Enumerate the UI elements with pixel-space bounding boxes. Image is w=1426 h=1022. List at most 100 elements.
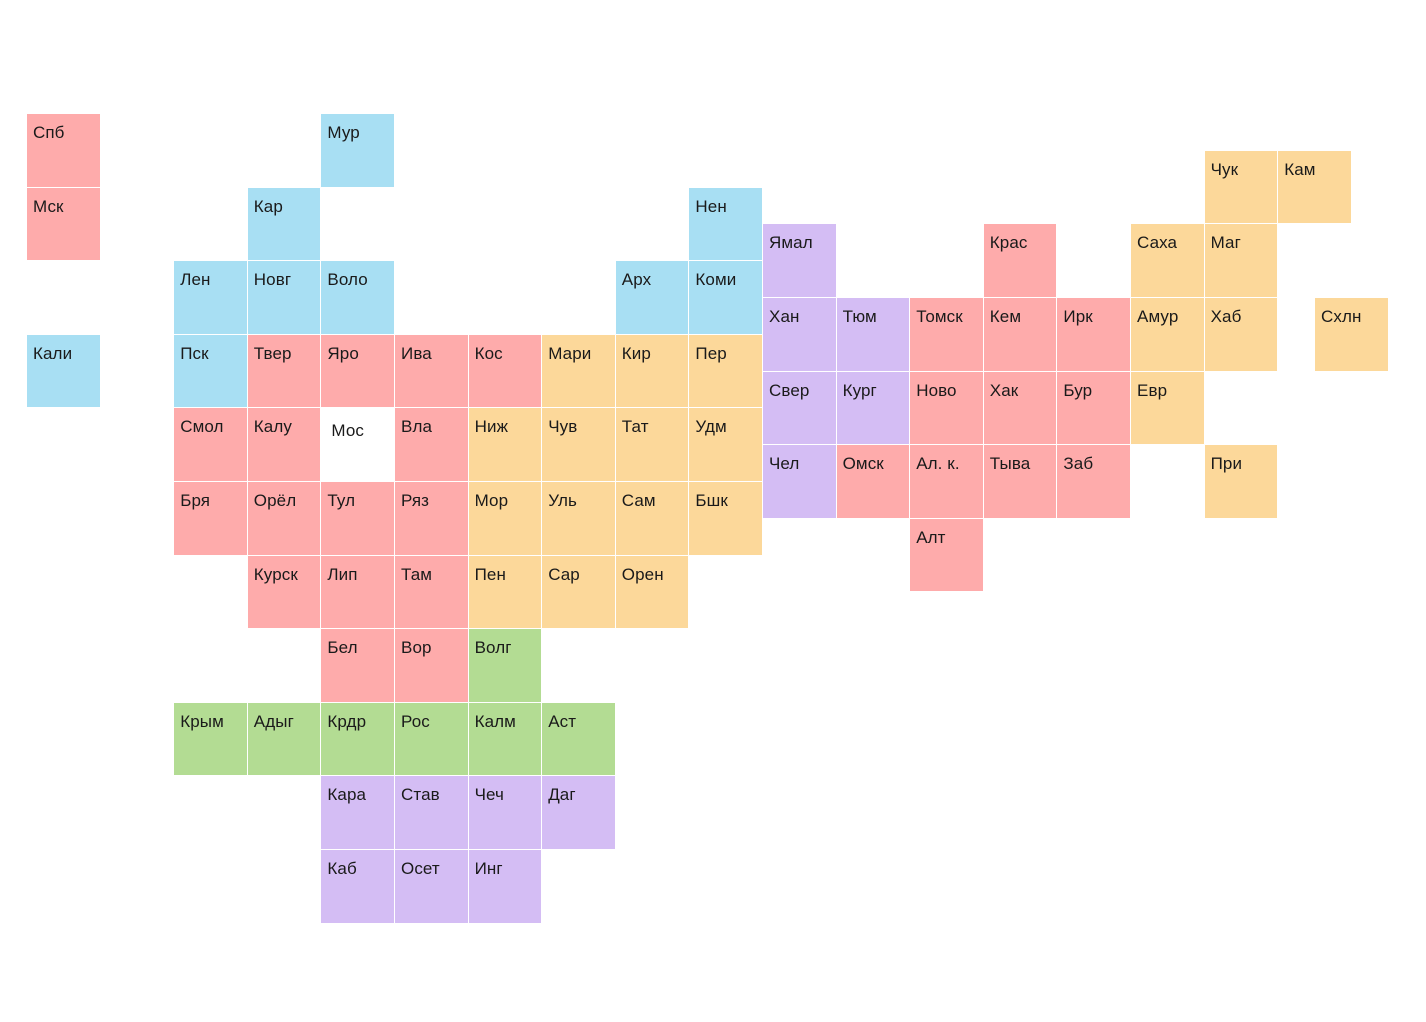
region-tile[interactable]: Курск <box>247 555 321 629</box>
region-label: Орен <box>621 564 664 584</box>
region-tile[interactable]: Крас <box>983 224 1057 297</box>
region-tile[interactable]: Чук <box>1204 150 1278 224</box>
region-tile[interactable]: Сам <box>615 482 689 555</box>
region-label: Ниж <box>474 417 509 437</box>
region-label: Ново <box>916 380 957 400</box>
region-tile[interactable]: Кург <box>836 371 910 445</box>
region-tile[interactable]: Алт <box>910 518 983 592</box>
region-tile[interactable]: Саха <box>1131 224 1204 297</box>
region-tile[interactable]: Ирк <box>1057 298 1130 371</box>
region-tile[interactable]: Удм <box>689 408 762 481</box>
region-tile[interactable]: Пер <box>689 334 762 408</box>
region-tile[interactable]: Свер <box>763 371 836 445</box>
region-tile[interactable]: Чеч <box>468 776 542 849</box>
region-tile[interactable]: Лен <box>174 261 247 334</box>
region-label: Алт <box>916 527 946 547</box>
region-tile[interactable]: Даг <box>542 776 615 849</box>
region-tile[interactable]: Коми <box>689 261 762 334</box>
region-tile[interactable]: Тул <box>321 482 394 555</box>
region-tile[interactable]: Лип <box>321 555 394 629</box>
region-tile[interactable]: Ново <box>910 371 983 445</box>
region-tile[interactable]: Амур <box>1131 298 1204 371</box>
region-label: Крдр <box>327 711 367 731</box>
region-tile[interactable]: Мск <box>27 187 100 261</box>
region-tile[interactable]: Аст <box>542 702 615 776</box>
region-tile[interactable]: Орёл <box>247 482 321 555</box>
region-tile[interactable]: Бшк <box>689 482 762 555</box>
region-tile[interactable]: Кали <box>27 334 100 408</box>
region-tile[interactable]: Ямал <box>763 224 836 297</box>
region-tile[interactable]: Ива <box>395 334 468 408</box>
region-tile[interactable]: Кам <box>1278 150 1351 224</box>
region-tile[interactable]: Мор <box>468 482 542 555</box>
region-tile[interactable]: Маг <box>1204 224 1278 297</box>
region-tile[interactable]: Хак <box>983 371 1057 445</box>
region-tile[interactable]: Калу <box>247 408 321 481</box>
region-tile[interactable]: Орен <box>615 555 689 629</box>
region-tile[interactable]: Каб <box>321 850 394 923</box>
region-tile[interactable]: Омск <box>836 445 910 518</box>
region-tile[interactable]: Новг <box>247 261 321 334</box>
region-tile[interactable]: Вла <box>395 408 468 481</box>
region-tile[interactable]: При <box>1204 445 1278 518</box>
region-tile[interactable]: Осет <box>395 850 468 923</box>
region-label: Калм <box>474 711 516 731</box>
region-tile[interactable]: Мари <box>542 334 615 408</box>
region-tile[interactable]: Заб <box>1057 445 1130 518</box>
region-tile[interactable]: Мур <box>321 114 394 187</box>
region-label: Лип <box>327 564 358 584</box>
region-tile[interactable]: Арх <box>615 261 689 334</box>
region-tile[interactable]: Яро <box>321 334 394 408</box>
region-tile[interactable]: Бур <box>1057 371 1130 445</box>
region-label: Томск <box>916 307 963 326</box>
region-tile[interactable]: Мос <box>321 408 394 481</box>
region-tile[interactable]: Кара <box>321 776 394 849</box>
region-tile[interactable]: Пен <box>468 555 542 629</box>
region-label: Ряз <box>401 491 430 510</box>
region-tile[interactable]: Смол <box>174 408 247 481</box>
region-label: Кара <box>327 785 367 805</box>
region-tile[interactable]: Крдр <box>321 702 394 776</box>
region-tile[interactable]: Сар <box>542 555 615 629</box>
region-tile[interactable]: Твер <box>247 334 321 408</box>
region-tile[interactable]: Вор <box>395 629 468 702</box>
region-tile[interactable]: Тат <box>615 408 689 481</box>
region-label: Пск <box>180 343 209 363</box>
region-label: Амур <box>1137 307 1179 326</box>
region-tile[interactable]: Став <box>395 776 468 849</box>
region-tile[interactable]: Ал. к. <box>910 445 983 518</box>
region-tile[interactable]: Ряз <box>395 482 468 555</box>
region-tile[interactable]: Томск <box>910 298 983 371</box>
region-tile[interactable]: Инг <box>468 850 542 923</box>
region-tile[interactable]: Тыва <box>983 445 1057 518</box>
region-tile[interactable]: Ниж <box>468 408 542 481</box>
region-tile[interactable]: Евр <box>1131 371 1204 445</box>
region-label: Пер <box>695 343 727 363</box>
region-tile[interactable]: Чел <box>763 445 836 518</box>
region-label: Кир <box>621 343 651 363</box>
region-tile[interactable]: Схлн <box>1315 298 1388 371</box>
region-tile[interactable]: Бел <box>321 629 394 702</box>
region-tile[interactable]: Нен <box>689 187 762 261</box>
region-tile[interactable]: Пск <box>174 334 247 408</box>
region-tile[interactable]: Хаб <box>1204 298 1278 371</box>
region-tile[interactable]: Спб <box>27 114 100 187</box>
region-tile[interactable]: Там <box>395 555 468 629</box>
region-tile[interactable]: Хан <box>763 298 836 371</box>
region-tile[interactable]: Калм <box>468 702 542 776</box>
region-tile[interactable]: Тюм <box>836 298 910 371</box>
region-tile[interactable]: Адыг <box>247 702 321 776</box>
region-tile[interactable]: Волг <box>468 629 542 702</box>
region-tile[interactable]: Кир <box>615 334 689 408</box>
region-tile[interactable]: Кар <box>247 187 321 261</box>
region-tile[interactable]: Кос <box>468 334 542 408</box>
region-label: Сар <box>548 564 580 584</box>
region-tile[interactable]: Уль <box>542 482 615 555</box>
region-label: Бел <box>327 638 358 658</box>
region-tile[interactable]: Бря <box>174 482 247 555</box>
region-tile[interactable]: Воло <box>321 261 394 334</box>
region-tile[interactable]: Крым <box>174 702 247 776</box>
region-tile[interactable]: Рос <box>395 702 468 776</box>
region-tile[interactable]: Чув <box>542 408 615 481</box>
region-tile[interactable]: Кем <box>983 298 1057 371</box>
